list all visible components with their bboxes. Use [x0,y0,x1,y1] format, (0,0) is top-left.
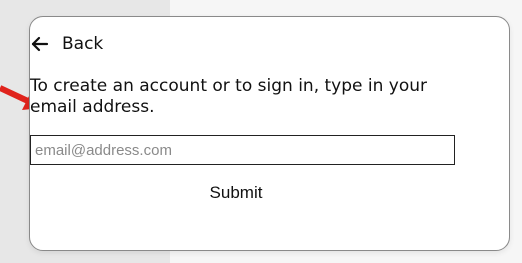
submit-button[interactable]: Submit [176,179,296,207]
back-button[interactable]: Back [30,34,103,54]
arrow-left-icon [30,34,50,54]
back-label: Back [62,34,104,54]
email-field[interactable] [30,135,455,165]
instructions-text: To create an account or to sign in, type… [30,76,428,117]
